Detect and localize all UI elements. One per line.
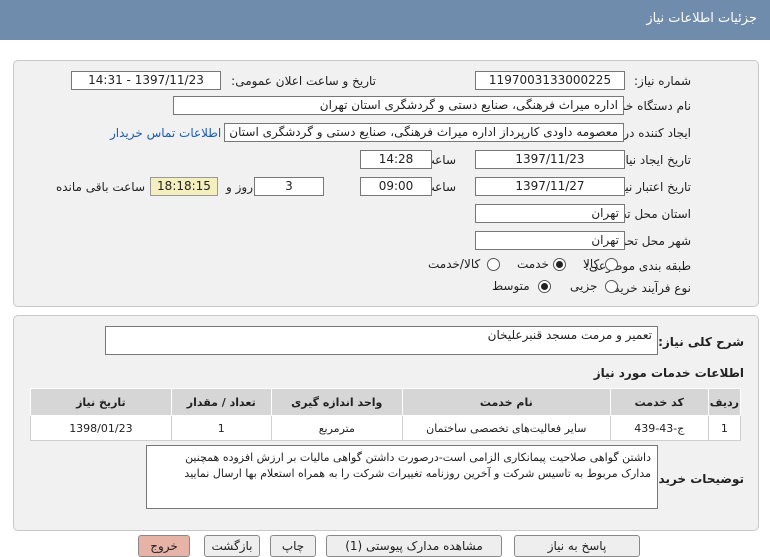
buyer-org-field: اداره میراث فرهنگی، صنایع دستی و گردشگری…	[173, 96, 624, 115]
buyer-contact-link[interactable]: اطلاعات تماس خریدار	[110, 126, 221, 140]
days-label: روز و	[226, 180, 253, 194]
category-service-label: خدمت	[517, 257, 549, 271]
summary-field: تعمیر و مرمت مسجد قنبرعلیخان	[105, 326, 658, 355]
announce-datetime-label: تاریخ و ساعت اعلان عمومی:	[231, 74, 376, 88]
table-row: 1 ج-43-439 سایر فعالیت‌های تخصصی ساختمان…	[30, 415, 742, 441]
process-medium-radio[interactable]	[538, 280, 551, 293]
process-minor-label: جزیی	[570, 279, 598, 293]
view-documents-button[interactable]: مشاهده مدارک پیوستی (1)	[326, 535, 502, 557]
category-goods-service-label: کالا/خدمت	[428, 257, 481, 271]
requester-field: معصومه داودی کارپرداز اداره میراث فرهنگی…	[224, 123, 624, 142]
cell-need-date: 1398/01/23	[30, 415, 172, 441]
delivery-city-field: تهران	[475, 231, 625, 250]
cell-service-code: ج-43-439	[609, 415, 709, 441]
validity-date-field: 1397/11/27	[475, 177, 625, 196]
need-details-panel: شماره نیاز: 1197003133000225 تاریخ و ساع…	[13, 60, 759, 307]
exit-button[interactable]: خروج	[138, 535, 190, 557]
announce-datetime-field: 1397/11/23 - 14:31	[71, 71, 221, 90]
created-date-label: تاریخ ایجاد نیاز:	[615, 153, 691, 167]
page-title: جزئیات اطلاعات نیاز	[646, 11, 757, 26]
category-service-radio[interactable]	[553, 258, 566, 271]
cell-quantity: 1	[170, 415, 272, 441]
delivery-province-field: تهران	[475, 204, 625, 223]
category-goods-radio[interactable]	[605, 258, 618, 271]
col-unit: واحد اندازه گیری	[270, 388, 403, 416]
page-header: جزئیات اطلاعات نیاز	[0, 0, 770, 40]
days-field: 3	[254, 177, 324, 196]
table-header-row: ردیف کد خدمت نام خدمت واحد اندازه گیری ت…	[30, 388, 742, 416]
need-number-field: 1197003133000225	[475, 71, 625, 90]
need-number-label: شماره نیاز:	[634, 74, 691, 88]
cell-row-number: 1	[707, 415, 742, 441]
cell-unit: مترمربع	[270, 415, 403, 441]
col-row-number: ردیف	[707, 388, 742, 416]
reply-button[interactable]: پاسخ به نیاز	[514, 535, 640, 557]
back-button[interactable]: بازگشت	[204, 535, 260, 557]
services-panel: شرح کلی نیاز: تعمیر و مرمت مسجد قنبرعلیخ…	[13, 315, 759, 531]
category-goods-label: کالا	[583, 257, 600, 271]
category-goods-service-radio[interactable]	[487, 258, 500, 271]
process-label: نوع فرآیند خرید :	[606, 281, 691, 295]
created-time-field: 14:28	[360, 150, 432, 169]
remaining-time-field: 18:18:15	[150, 177, 218, 196]
col-need-date: تاریخ نیاز	[30, 388, 172, 416]
remaining-time-label: ساعت باقی مانده	[55, 180, 145, 194]
validity-time-field: 09:00	[360, 177, 432, 196]
print-button[interactable]: چاپ	[270, 535, 316, 557]
col-service-code: کد خدمت	[609, 388, 709, 416]
created-date-field: 1397/11/23	[475, 150, 625, 169]
process-minor-radio[interactable]	[605, 280, 618, 293]
services-table: ردیف کد خدمت نام خدمت واحد اندازه گیری ت…	[30, 388, 742, 441]
category-label: طبقه بندی موضوعی:	[584, 259, 691, 273]
cell-service-name: سایر فعالیت‌های تخصصی ساختمان	[401, 415, 611, 441]
col-service-name: نام خدمت	[401, 388, 611, 416]
col-quantity: تعداد / مقدار	[170, 388, 272, 416]
services-title: اطلاعات خدمات مورد نیاز	[593, 366, 744, 380]
buyer-notes-field: داشتن گواهی صلاحیت پیمانکاری الزامی است-…	[146, 445, 658, 509]
summary-label: شرح کلی نیاز:	[658, 335, 744, 349]
process-medium-label: متوسط	[492, 279, 530, 293]
